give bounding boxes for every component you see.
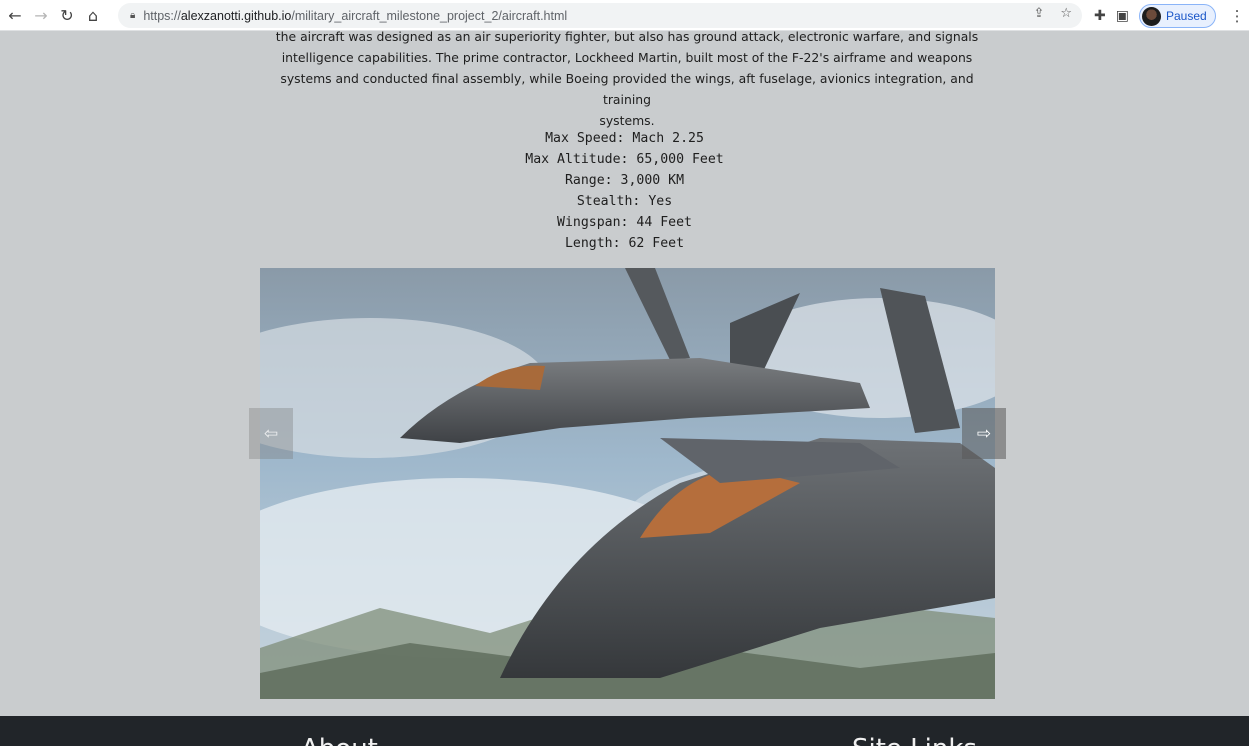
footer-site-links-heading: Site Links [852,734,977,746]
carousel-prev-button[interactable]: ⇦ [249,408,293,459]
carousel-next-button[interactable]: ⇨ [962,408,1006,459]
side-panel-icon[interactable]: ▣ [1116,8,1129,24]
address-bar[interactable]: 🔒︎ https://alexzanotti.github.io/militar… [118,3,1082,28]
aircraft-photo [260,268,995,699]
arrow-left-icon: ⇦ [263,423,279,444]
spec-range: Range: 3,000 KM [564,173,685,188]
menu-icon[interactable]: ⋮ [1230,7,1245,25]
url-text: https://alexzanotti.github.io/military_a… [143,8,568,23]
aircraft-specs: Max Speed: Mach 2.25 Max Altitude: 65,00… [0,128,1249,254]
spec-max-speed: Max Speed: Mach 2.25 [545,131,704,146]
back-icon[interactable]: ← [2,2,28,28]
share-icon[interactable]: ⇪ [1033,6,1044,21]
description-line: the aircraft was designed as an air supe… [275,29,979,44]
footer-about-heading: About [301,734,378,746]
spec-max-altitude: Max Altitude: 65,000 Feet [525,152,724,167]
home-icon[interactable]: ⌂ [80,2,106,28]
spec-length: Length: 62 Feet [564,236,685,251]
extensions-icon[interactable]: ✚ [1094,8,1106,24]
profile-button[interactable]: Paused [1138,4,1216,28]
avatar [1141,6,1161,26]
lock-icon: 🔒︎ [130,10,136,21]
description-line: systems and conducted final assembly, wh… [280,71,974,107]
spec-stealth: Stealth: Yes [576,194,673,209]
aircraft-image-carousel [260,268,995,699]
arrow-right-icon: ⇨ [976,423,992,444]
forward-icon[interactable]: → [28,2,54,28]
profile-status: Paused [1165,9,1207,23]
spec-wingspan: Wingspan: 44 Feet [557,215,692,230]
description-line: intelligence capabilities. The prime con… [281,50,973,65]
bookmark-star-icon[interactable]: ☆ [1060,6,1072,21]
aircraft-description: the aircraft was designed as an air supe… [268,26,986,131]
site-footer: About Site Links [0,716,1249,746]
reload-icon[interactable]: ↻ [54,2,80,28]
